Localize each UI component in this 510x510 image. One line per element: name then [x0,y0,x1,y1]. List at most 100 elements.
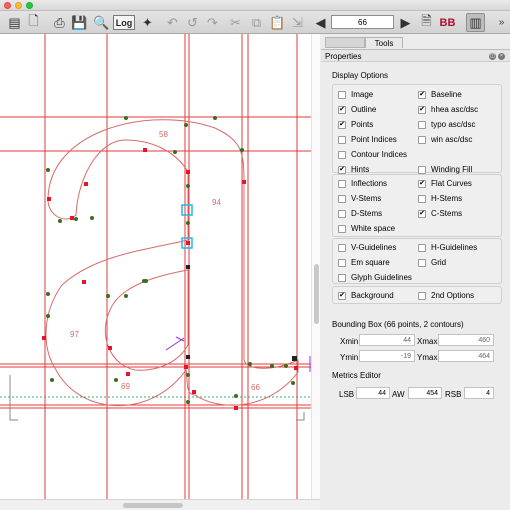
vertical-scroll-thumb[interactable] [314,264,319,324]
glyph-outline-view[interactable]: 58 94 97 69 66 [0,34,320,510]
undo-icon[interactable]: ↶ [163,13,182,32]
undo-step-icon[interactable]: ↺ [183,13,202,32]
checkbox-em-square[interactable]: Em square [338,258,390,267]
cut-icon[interactable]: ✂ [226,13,245,32]
new-glyph-icon[interactable]: ▤ [5,13,24,32]
checkbox-glyph-guidelines[interactable]: Glyph Guidelines [338,273,412,282]
aw-field[interactable]: 454 [408,387,442,399]
checkbox-hhea-asc-dsc[interactable]: ✔ hhea asc/dsc [418,105,478,114]
checkbox-c-stems[interactable]: ✔ C-Stems [418,209,462,218]
checkbox-outline[interactable]: ✔ Outline [338,105,376,114]
checkbox-2nd-options[interactable]: 2nd Options [418,291,474,300]
previous-glyph-icon[interactable]: ◀ [311,13,330,32]
plugin-icon[interactable]: ✦ [138,13,157,32]
horizontal-scroll-thumb[interactable] [123,503,183,508]
ymax-field[interactable]: 464 [438,350,494,362]
inspect-icon[interactable]: 🔍 [92,13,111,32]
checkbox-v-guidelines[interactable]: V-Guidelines [338,243,396,252]
xmin-field[interactable]: 44 [359,334,415,346]
checkbox-hints[interactable]: ✔ Hints [338,165,369,174]
checkmark-icon[interactable]: ✔ [418,90,426,99]
checkbox-point-indices[interactable]: Point Indices [338,135,397,144]
glyph-inner-contour [104,269,189,371]
glyph-canvas[interactable]: 58 94 97 69 66 [0,34,320,510]
checkmark-icon[interactable]: ✔ [418,209,426,218]
checkbox-typo-asc-dsc[interactable]: typo asc/dsc [418,120,475,129]
bounding-box-label: Bounding Box (66 points, 2 contours) [332,320,464,329]
checkbox-win-asc-dsc[interactable]: win asc/dsc [418,135,472,144]
checkbox-winding-fill[interactable]: Winding Fill [418,165,472,174]
checkbox-baseline[interactable]: ✔ Baseline [418,90,462,99]
checkbox-empty-icon[interactable] [418,120,426,129]
print-icon[interactable]: ⎙ [50,13,69,32]
tab-tools[interactable]: Tools [365,37,403,48]
checkbox-label: Background [351,291,394,300]
properties-header: Properties ◫ × [321,49,510,62]
checkbox-h-guidelines[interactable]: H-Guidelines [418,243,477,252]
panel-float-icon[interactable]: ◫ [489,53,496,60]
checkbox-points[interactable]: ✔ Points [338,120,373,129]
checkbox-empty-icon[interactable] [338,194,346,203]
open-file-icon[interactable]: 🗋 [24,13,43,32]
checkbox-empty-icon[interactable] [338,90,346,99]
panel-close-icon[interactable]: × [498,53,505,60]
checkbox-contour-indices[interactable]: Contour Indices [338,150,407,159]
canvas-horizontal-scrollbar[interactable] [0,499,320,510]
lsb-field[interactable]: 44 [356,387,390,399]
minimize-window-button[interactable] [15,2,22,9]
rsb-field[interactable]: 4 [464,387,494,399]
checkbox-empty-icon[interactable] [338,209,346,218]
zoom-window-button[interactable] [26,2,33,9]
toolbar-overflow-icon[interactable]: » [492,13,510,32]
ymin-field[interactable]: -19 [359,350,415,362]
checkbox-label: Grid [431,258,447,267]
redo-icon[interactable]: ↷ [203,13,222,32]
checkbox-empty-icon[interactable] [418,194,426,203]
checkbox-empty-icon[interactable] [418,258,426,267]
xmax-field[interactable]: 460 [438,334,494,346]
checkbox-empty-icon[interactable] [418,243,426,252]
checkbox-white-space[interactable]: White space [338,224,395,233]
checkbox-empty-icon[interactable] [338,135,346,144]
log-button[interactable]: Log [113,15,135,30]
checkmark-icon[interactable]: ✔ [418,179,426,188]
new-document-icon[interactable]: 🗎 [417,13,436,32]
checkbox-image[interactable]: Image [338,90,373,99]
checkbox-empty-icon[interactable] [338,258,346,267]
tab-blank[interactable] [325,37,365,48]
checkmark-icon[interactable]: ✔ [338,291,346,300]
paste-into-icon[interactable]: ⇲ [288,13,307,32]
bb-button[interactable]: BB [438,13,457,32]
save-icon[interactable]: 💾 [70,13,89,32]
canvas-vertical-scrollbar[interactable] [311,34,320,499]
checkbox-h-stems[interactable]: H-Stems [418,194,462,203]
checkbox-grid[interactable]: Grid [418,258,446,267]
checkmark-icon[interactable]: ✔ [338,120,346,129]
checkbox-empty-icon[interactable] [338,243,346,252]
next-glyph-icon[interactable]: ▶ [396,13,415,32]
checkbox-label: Contour Indices [351,150,408,159]
checkbox-label: hhea asc/dsc [431,105,479,114]
close-window-button[interactable] [4,2,11,9]
checkbox-empty-icon[interactable] [338,273,346,282]
checkmark-icon[interactable]: ✔ [418,105,426,114]
checkbox-empty-icon[interactable] [338,179,346,188]
panel-toggle-icon[interactable]: ▥ [466,13,485,32]
checkbox-empty-icon[interactable] [418,291,426,300]
checkbox-empty-icon[interactable] [418,135,426,144]
checkbox-background[interactable]: ✔ Background [338,291,394,300]
checkbox-empty-icon[interactable] [338,224,346,233]
glyph-number-input[interactable] [331,15,394,29]
checkbox-inflections[interactable]: Inflections [338,179,387,188]
checkbox-flat-curves[interactable]: ✔ Flat Curves [418,179,472,188]
checkmark-icon[interactable]: ✔ [338,165,346,174]
checkmark-icon[interactable]: ✔ [338,105,346,114]
copy-icon[interactable]: ⧉ [247,13,266,32]
checkbox-v-stems[interactable]: V-Stems [338,194,381,203]
rsb-label: RSB [445,390,462,399]
checkbox-label: H-Guidelines [431,243,478,252]
checkbox-empty-icon[interactable] [338,150,346,159]
paste-icon[interactable]: 📋 [268,13,287,32]
checkbox-d-stems[interactable]: D-Stems [338,209,382,218]
checkbox-empty-icon[interactable] [418,165,426,174]
